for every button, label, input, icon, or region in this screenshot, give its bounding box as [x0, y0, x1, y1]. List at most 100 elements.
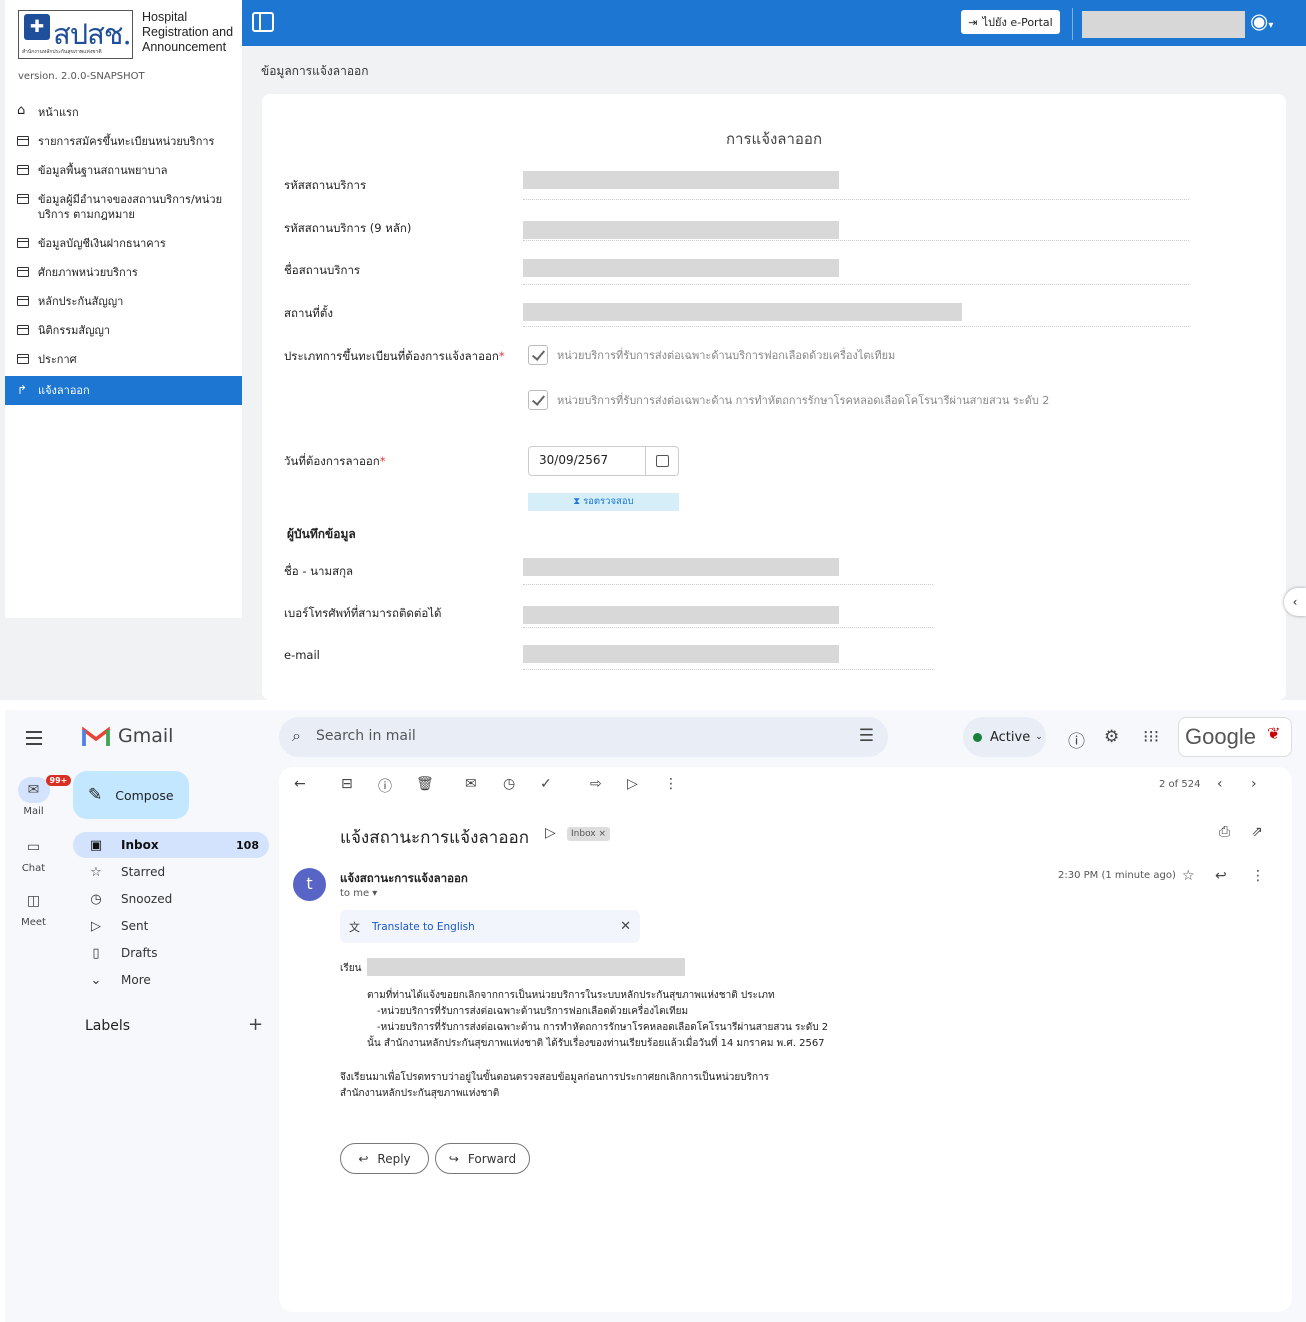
- label-icon[interactable]: ▷: [627, 776, 638, 792]
- sidebar-item-authority[interactable]: ข้อมูลผู้มีอำนาจของสถานบริการ/หน่วยบริกา…: [5, 185, 242, 229]
- main-menu-icon[interactable]: [26, 731, 42, 749]
- sidebar-item-bank[interactable]: ข้อมูลบัญชีเงินฝากธนาคาร: [5, 229, 242, 258]
- app-logo: ✚ สปสช. สำนักงานหลักประกันสุขภาพแห่งชาติ…: [18, 10, 237, 59]
- inbox-icon: ▣: [89, 837, 103, 853]
- filter-options-icon[interactable]: ☰: [859, 726, 874, 746]
- field-label-phone: เบอร์โทรศัพท์ที่สามารถติดต่อได้: [284, 606, 442, 620]
- open-new-window-icon[interactable]: ⇗: [1251, 824, 1263, 840]
- search-icon[interactable]: ⌕: [292, 726, 301, 746]
- rail-mail[interactable]: ✉ 99+ Mail: [5, 775, 72, 817]
- add-label-icon[interactable]: +: [248, 1014, 263, 1035]
- checkbox-dialysis[interactable]: [528, 345, 548, 365]
- top-header: ⇥ ไปยัง e-Portal ◉▾: [242, 0, 1306, 46]
- option-dialysis[interactable]: หน่วยบริการที่รับการส่งต่อเฉพาะด้านบริกา…: [528, 345, 895, 365]
- rail-chat[interactable]: ▭ Chat: [5, 834, 62, 874]
- close-icon[interactable]: ✕: [620, 919, 631, 934]
- folder-label: Sent: [121, 919, 149, 933]
- snooze-icon[interactable]: ◷: [503, 776, 515, 792]
- sidebar-item-capacity[interactable]: ศักยภาพหน่วยบริการ: [5, 258, 242, 287]
- body-line: ตามที่ท่านได้แจ้งขอยกเลิกจากการเป็นหน่วย…: [367, 990, 775, 1001]
- delete-icon[interactable]: 🗑: [416, 776, 434, 792]
- sidebar-toggle-icon[interactable]: [252, 12, 274, 32]
- translate-link[interactable]: Translate to English: [372, 921, 475, 933]
- sidebar-item-guarantee[interactable]: หลักประกันสัญญา: [5, 287, 242, 316]
- more-vert-icon[interactable]: ⋮: [664, 776, 678, 792]
- add-task-icon[interactable]: ✓: [540, 776, 552, 792]
- folder-label: More: [121, 973, 151, 987]
- sidebar-item-label: รายการสมัครขึ้นทะเบียนหน่วยบริการ: [38, 135, 215, 148]
- field-label-type: ประเภทการขึ้นทะเบียนที่ต้องการแจ้งลาออก*: [284, 348, 505, 366]
- status-badge: ⧗ รอตรวจสอบ: [528, 493, 679, 511]
- sidebar-item-basic-info[interactable]: ข้อมูลพื้นฐานสถานพยาบาล: [5, 156, 242, 185]
- reply-button[interactable]: ↩ Reply: [340, 1143, 429, 1174]
- sidebar-item-announcement[interactable]: ประกาศ: [5, 345, 242, 374]
- report-spam-icon[interactable]: ⓘ: [378, 776, 392, 796]
- sidebar-item-contract[interactable]: นิติกรรมสัญญา: [5, 316, 242, 345]
- folder-sent[interactable]: ▷ Sent: [73, 913, 269, 939]
- send-icon: ▷: [91, 918, 101, 934]
- reply-label: Reply: [377, 1151, 411, 1166]
- search-input[interactable]: Search in mail: [316, 728, 416, 744]
- clock-icon: ◷: [90, 891, 102, 907]
- sidebar-item-home[interactable]: ⌂ หน้าแรก: [5, 98, 242, 127]
- folder-starred[interactable]: ☆ Starred: [73, 859, 269, 885]
- sidebar-item-registration-list[interactable]: รายการสมัครขึ้นทะเบียนหน่วยบริการ: [5, 127, 242, 156]
- folder-drafts[interactable]: ▯ Drafts: [73, 940, 269, 966]
- hospital-app: ✚ สปสช. สำนักงานหลักประกันสุขภาพแห่งชาติ…: [0, 0, 1306, 700]
- breadcrumb: ข้อมูลการแจ้งลาออก: [261, 64, 369, 78]
- mark-unread-icon[interactable]: ✉: [465, 776, 477, 792]
- field-label-date: วันที่ต้องการลาออก*: [284, 453, 386, 471]
- body-line: -หน่วยบริการที่รับการส่งต่อเฉพาะด้าน การ…: [377, 1022, 829, 1033]
- inbox-count: 108: [236, 838, 259, 852]
- folder-inbox[interactable]: ▣ Inbox 108: [73, 832, 269, 858]
- importance-marker-icon[interactable]: ▷: [545, 825, 556, 841]
- inbox-label-chip[interactable]: Inbox ×: [567, 827, 611, 841]
- gmail-logo[interactable]: Gmail: [82, 725, 173, 747]
- folder-label: Snoozed: [121, 892, 173, 906]
- nhso-logo: ✚ สปสช. สำนักงานหลักประกันสุขภาพแห่งชาติ: [18, 10, 133, 59]
- rail-meet[interactable]: ◫ Meet: [5, 888, 62, 928]
- chevron-left-icon[interactable]: ‹: [1217, 776, 1223, 792]
- user-account-icon[interactable]: ◉▾: [1250, 9, 1273, 33]
- field-value-email: [523, 645, 839, 663]
- help-icon[interactable]: ⓘ: [1068, 727, 1085, 752]
- reply-icon: ↩: [358, 1151, 369, 1166]
- window-icon: [17, 296, 29, 306]
- more-vert-icon[interactable]: ⋮: [1251, 868, 1265, 884]
- eportal-button[interactable]: ⇥ ไปยัง e-Portal: [961, 10, 1060, 34]
- compose-button[interactable]: ✎ Compose: [73, 771, 189, 819]
- date-input[interactable]: 30/09/2567: [528, 446, 646, 476]
- settings-gear-icon[interactable]: ⚙: [1104, 727, 1119, 747]
- option-coronary[interactable]: หน่วยบริการที่รับการส่งต่อเฉพาะด้าน การท…: [528, 390, 1049, 410]
- body-closing: จึงเรียนมาเพื่อโปรดทราบว่าอยู่ในขั้นตอนต…: [340, 1072, 770, 1083]
- chevron-right-icon[interactable]: ›: [1251, 776, 1257, 792]
- type-label-text: ประเภทการขึ้นทะเบียนที่ต้องการแจ้งลาออก: [284, 349, 499, 363]
- checkbox-coronary[interactable]: [528, 390, 548, 410]
- field-label-location: สถานที่ตั้ง: [284, 306, 333, 320]
- google-account-chip[interactable]: Google ❦: [1178, 717, 1292, 757]
- sidebar-item-resign[interactable]: ↱ แจ้งลาออก: [5, 376, 242, 405]
- star-icon[interactable]: ☆: [1182, 868, 1195, 884]
- move-to-icon[interactable]: ⇨: [590, 776, 602, 792]
- divider: [523, 627, 933, 628]
- recipients-toggle[interactable]: to me ▾: [340, 888, 377, 899]
- search-bar[interactable]: ⌕ Search in mail ☰: [279, 717, 888, 757]
- calendar-button[interactable]: [645, 446, 679, 476]
- side-panel-toggle-icon[interactable]: ‹: [1284, 588, 1306, 616]
- window-icon: [17, 267, 29, 277]
- apps-grid-icon[interactable]: ⁝⁝⁝: [1143, 727, 1159, 747]
- folder-more[interactable]: ⌄ More: [73, 967, 269, 993]
- forward-button[interactable]: ↪ Forward: [435, 1143, 530, 1174]
- email-subject: แจ้งสถานะการแจ้งลาออก: [340, 828, 530, 848]
- reply-icon[interactable]: ↩: [1215, 868, 1227, 884]
- archive-icon[interactable]: ⊟: [341, 776, 353, 792]
- folder-snoozed[interactable]: ◷ Snoozed: [73, 886, 269, 912]
- status-dropdown[interactable]: Active ⌄: [963, 717, 1046, 757]
- video-icon: ◫: [26, 893, 41, 909]
- print-icon[interactable]: ⎙: [1219, 824, 1230, 840]
- field-value-name: [523, 259, 839, 277]
- back-arrow-icon[interactable]: ←: [294, 776, 306, 792]
- gmail-name: Gmail: [118, 725, 174, 747]
- calendar-icon: [655, 455, 669, 467]
- sidebar: ✚ สปสช. สำนักงานหลักประกันสุขภาพแห่งชาติ…: [5, 0, 242, 618]
